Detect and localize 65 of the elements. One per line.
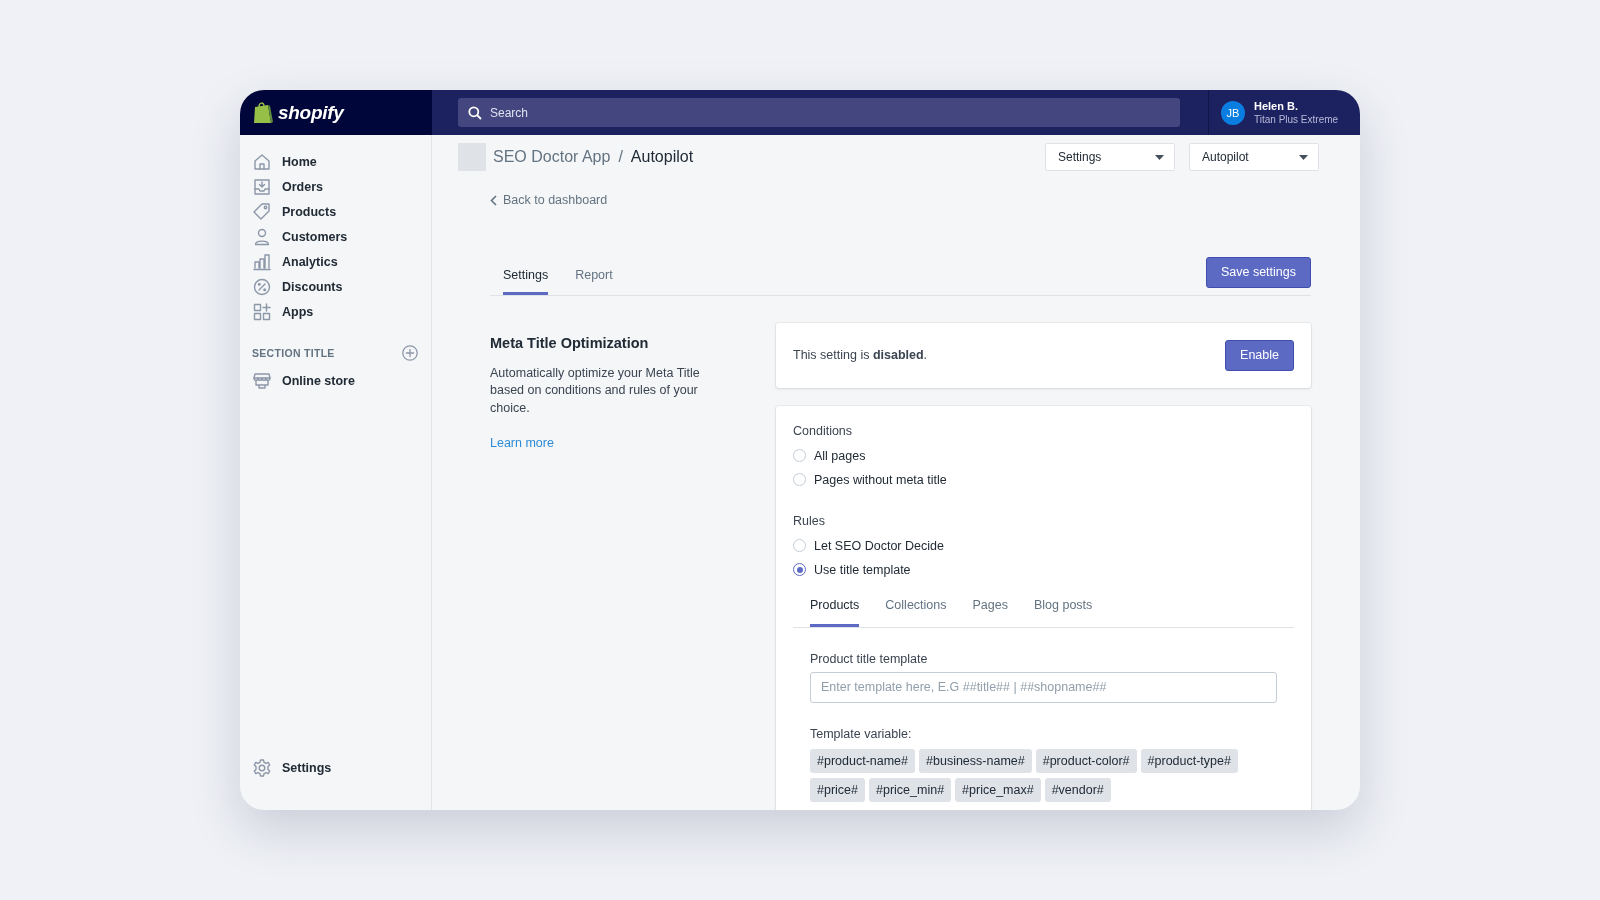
- field-label: Product title template: [810, 651, 929, 666]
- sidebar-item[interactable]: Online store: [252, 368, 419, 393]
- sidebar-item[interactable]: Home: [252, 149, 419, 174]
- tab[interactable]: Collections: [885, 597, 947, 627]
- tab[interactable]: Report: [575, 267, 613, 295]
- variable-tag[interactable]: #product-color#: [1035, 748, 1137, 773]
- store-plan: Titan Plus Extreme: [1254, 114, 1339, 125]
- logo-text: shopify: [278, 101, 344, 124]
- bar-chart-icon: [252, 251, 272, 272]
- search-field[interactable]: Search: [458, 98, 1180, 127]
- radio-button[interactable]: [793, 563, 806, 576]
- tag-icon: [252, 201, 272, 222]
- storefront-icon: [252, 370, 272, 391]
- variables-label: Template variable:: [810, 726, 913, 741]
- input-field[interactable]: Enter template here, E.G ##title## | ##shopname##: [810, 671, 1277, 703]
- chevron-left-icon: [490, 194, 497, 206]
- enable-button[interactable]: Enable: [1225, 339, 1294, 371]
- radio-option[interactable]: All pages: [793, 443, 866, 468]
- sidebar-item[interactable]: Settings: [252, 755, 419, 780]
- caret-icon: [1155, 154, 1164, 160]
- settings-icon: [252, 757, 272, 778]
- tab[interactable]: Blog posts: [1033, 597, 1093, 627]
- sidebar-item[interactable]: Orders: [252, 174, 419, 199]
- variable-tag[interactable]: #price_max#: [955, 777, 1041, 802]
- variable-tag[interactable]: #vendor#: [1044, 777, 1111, 802]
- grid-plus-icon: [252, 301, 272, 322]
- variable-tag[interactable]: #price_min#: [869, 777, 952, 802]
- sidebar-item[interactable]: Apps: [252, 299, 419, 324]
- radio-option[interactable]: Let SEO Doctor Decide: [793, 533, 944, 558]
- dropdown[interactable]: Settings: [1045, 143, 1175, 171]
- status-message: This setting is disabled.: [793, 348, 928, 362]
- radio-option[interactable]: Pages without meta title: [793, 467, 947, 492]
- tab[interactable]: Pages: [972, 597, 1008, 627]
- tray-icon: [252, 176, 272, 197]
- save-button[interactable]: Save settings: [1205, 256, 1311, 288]
- tab[interactable]: Products: [810, 597, 860, 627]
- radio-option[interactable]: Use title template: [793, 557, 911, 582]
- tab[interactable]: Settings: [503, 267, 549, 295]
- section-heading: Meta Title Optimization: [490, 334, 650, 351]
- sidebar-item[interactable]: Discounts: [252, 274, 419, 299]
- back-link[interactable]: Back to dashboard: [490, 193, 608, 207]
- sidebar-item[interactable]: Products: [252, 199, 419, 224]
- sidebar-item[interactable]: Analytics: [252, 249, 419, 274]
- sidebar-item[interactable]: Customers: [252, 224, 419, 249]
- breadcrumb-separator: /: [618, 148, 623, 166]
- variable-tag[interactable]: #product-type#: [1140, 748, 1238, 773]
- avatar[interactable]: JB: [1221, 100, 1245, 125]
- section-description: Automatically optimize your Meta Title based on conditions and rules of your choice.: [490, 364, 701, 417]
- breadcrumb-item: Autopilot: [630, 148, 694, 166]
- variable-tag[interactable]: #business-name#: [919, 748, 1032, 773]
- group-label: Conditions: [793, 423, 854, 438]
- caret-icon: [1299, 154, 1308, 160]
- group-label: Rules: [793, 513, 826, 528]
- user-name: Helen B.: [1254, 100, 1299, 112]
- house-icon: [252, 151, 272, 172]
- section-title: SECTION TITLE: [252, 347, 335, 359]
- dropdown[interactable]: Autopilot: [1189, 143, 1319, 171]
- add-icon: [401, 344, 419, 362]
- breadcrumb-item[interactable]: SEO Doctor App: [493, 148, 611, 166]
- person-icon: [252, 226, 272, 247]
- search-icon: [468, 106, 482, 120]
- percent-badge-icon: [252, 276, 272, 297]
- shopping-bag-icon: [252, 100, 274, 125]
- variable-tag[interactable]: #product-name#: [810, 748, 916, 773]
- variable-tag[interactable]: #price#: [810, 777, 865, 802]
